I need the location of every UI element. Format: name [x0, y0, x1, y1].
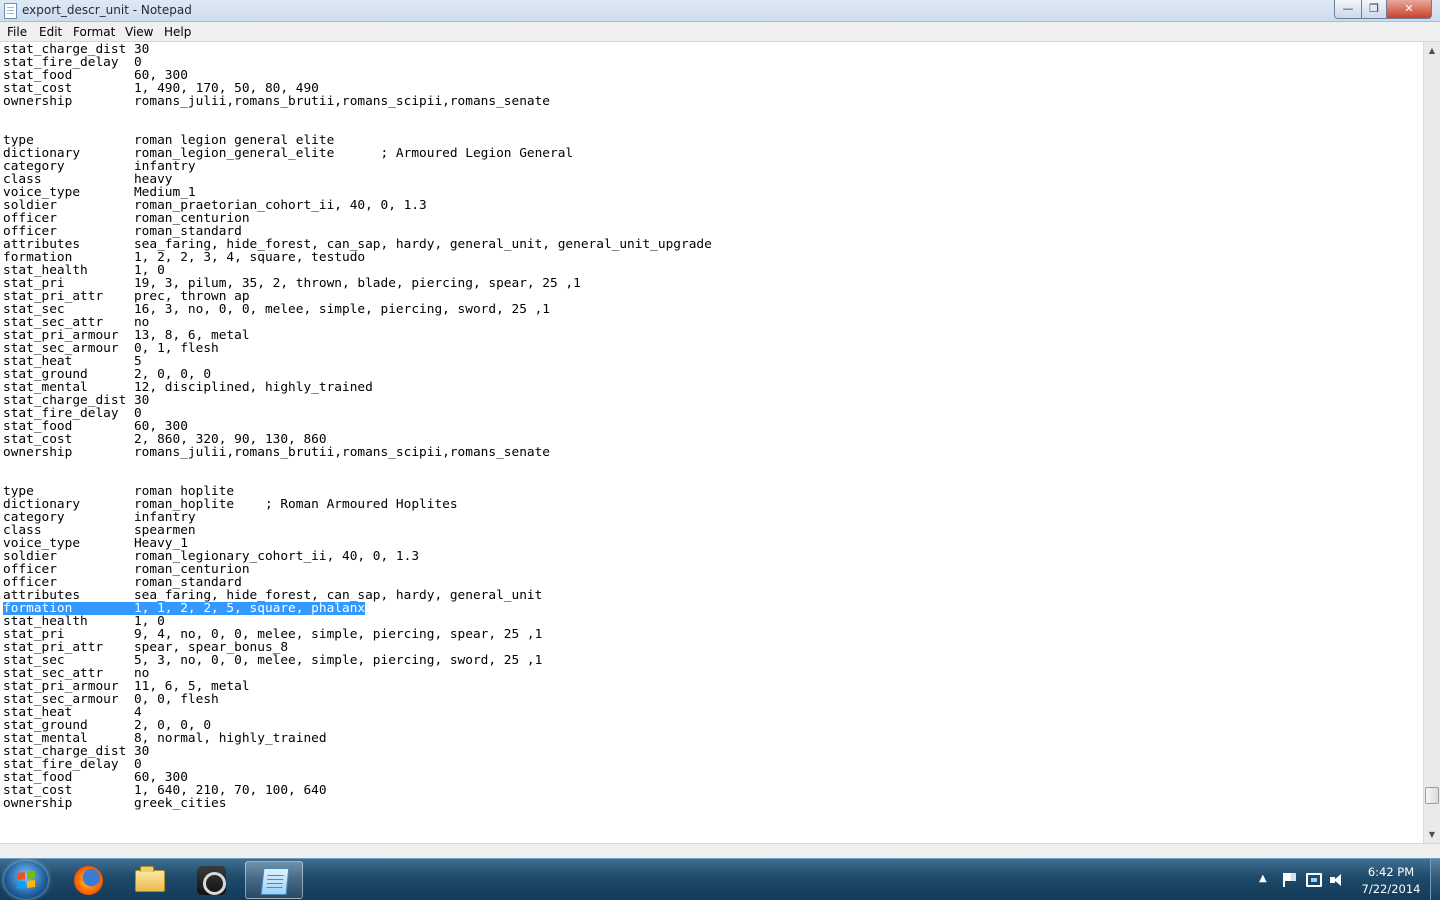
volume-icon[interactable] — [1330, 873, 1346, 887]
show-desktop-button[interactable] — [1430, 859, 1440, 900]
menu-view[interactable]: View — [125, 25, 153, 39]
vertical-scrollbar[interactable]: ▲ ▼ — [1423, 42, 1440, 843]
start-button[interactable] — [4, 861, 48, 899]
menu-format[interactable]: Format — [73, 25, 115, 39]
taskbar-firefox[interactable] — [60, 861, 118, 899]
text-editor-area[interactable]: stat_charge_dist 30 stat_fire_delay 0 stat… — [0, 42, 1423, 843]
menu-help[interactable]: Help — [164, 25, 191, 39]
steam-icon — [197, 866, 226, 895]
editor-text[interactable]: stat_charge_dist 30 stat_fire_delay 0 stat… — [3, 43, 712, 810]
text-line: ownership romans_julii,romans_brutii,rom… — [3, 446, 712, 459]
bottom-edge-strip — [0, 843, 1440, 858]
clock-date[interactable]: 7/22/2014 — [1356, 882, 1426, 896]
maximize-button[interactable]: ❐ — [1361, 0, 1387, 19]
notepad-app-icon[interactable] — [4, 3, 17, 19]
taskbar-notepad[interactable] — [245, 861, 303, 899]
title-bar[interactable]: export_descr_unit - Notepad — ❐ ✕ — [0, 0, 1440, 22]
notepad-icon — [260, 868, 290, 895]
scroll-thumb[interactable] — [1425, 786, 1439, 804]
network-icon[interactable] — [1306, 873, 1322, 887]
line-text: ownership romans_julii,romans_brutii,rom… — [3, 94, 551, 109]
line-text: ownership greek_cities — [3, 796, 227, 811]
taskbar-steam[interactable] — [183, 861, 241, 899]
text-line: ownership romans_julii,romans_brutii,rom… — [3, 95, 712, 108]
clock-time[interactable]: 6:42 PM — [1356, 865, 1426, 879]
scroll-down-button[interactable]: ▼ — [1424, 826, 1440, 843]
menu-file[interactable]: File — [7, 25, 27, 39]
line-text: ownership romans_julii,romans_brutii,rom… — [3, 445, 551, 460]
menu-edit[interactable]: Edit — [39, 25, 62, 39]
minimize-button[interactable]: — — [1334, 0, 1362, 19]
menu-bar: File Edit Format View Help — [0, 22, 1440, 42]
taskbar: ▲ 6:42 PM 7/22/2014 — [0, 858, 1440, 900]
text-line: ownership greek_cities — [3, 797, 712, 810]
action-center-flag-icon[interactable] — [1283, 873, 1299, 887]
scroll-up-button[interactable]: ▲ — [1424, 42, 1440, 59]
show-hidden-icons-button[interactable]: ▲ — [1259, 873, 1267, 884]
window-title: export_descr_unit - Notepad — [22, 3, 192, 17]
taskbar-windows-explorer[interactable] — [121, 861, 179, 899]
firefox-icon — [74, 866, 103, 895]
text-line — [3, 459, 712, 472]
windows-explorer-icon — [135, 866, 165, 892]
text-line — [3, 108, 712, 121]
close-button[interactable]: ✕ — [1386, 0, 1432, 19]
